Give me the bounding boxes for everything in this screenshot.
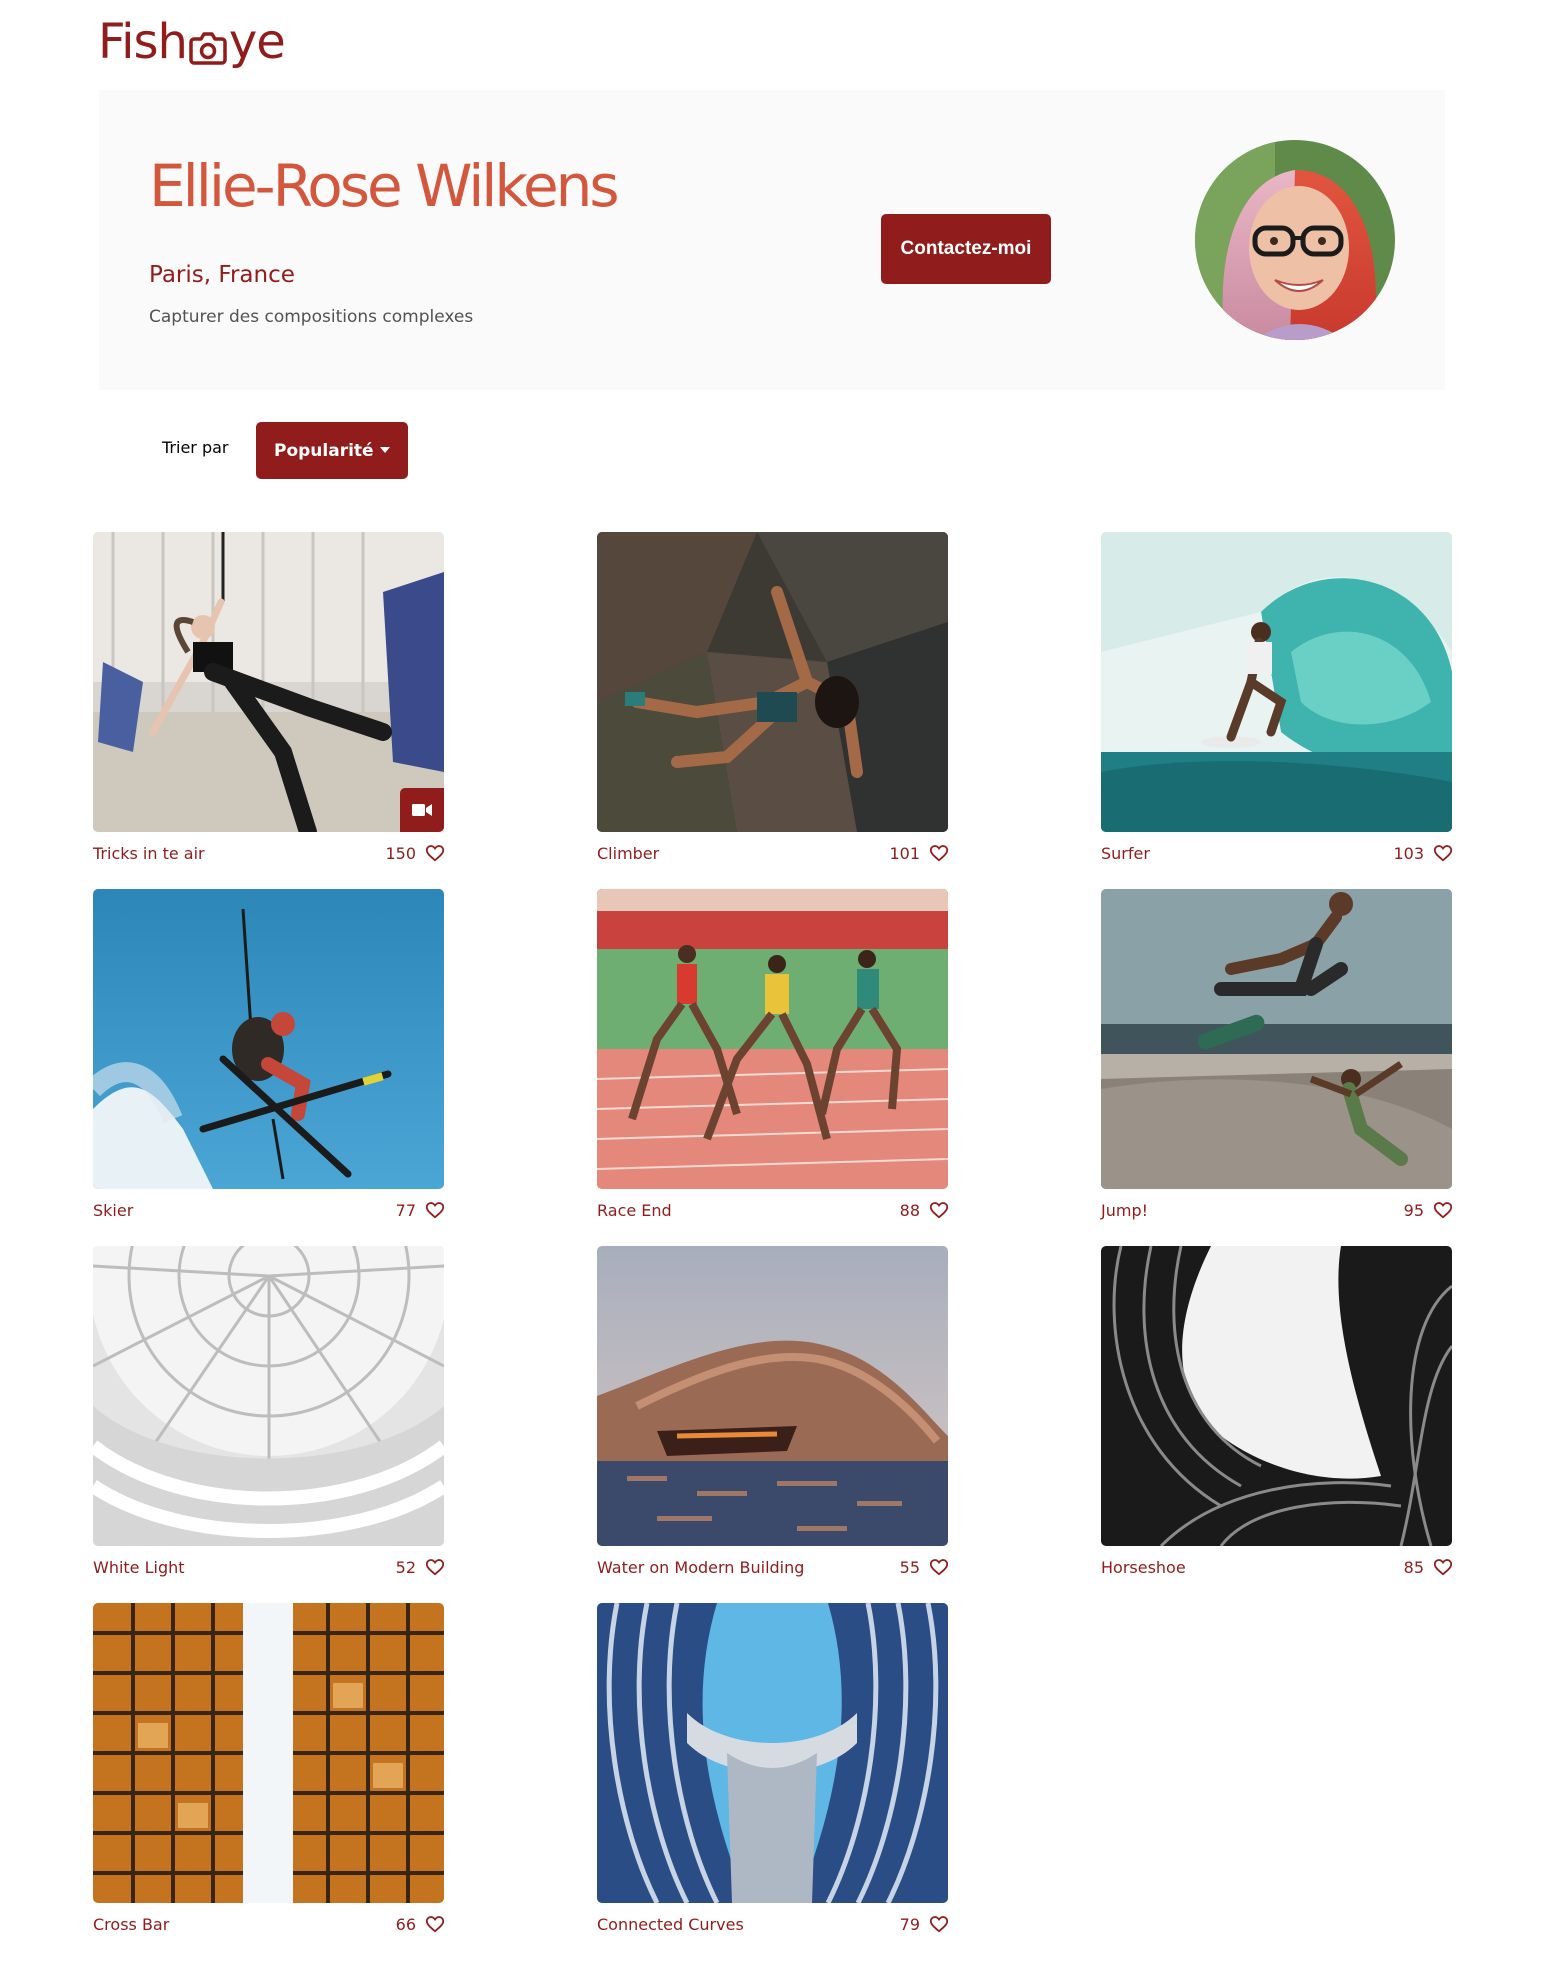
heart-icon[interactable] [426,1202,444,1219]
media-thumbnail[interactable] [597,1603,948,1903]
media-title: Race End [597,1201,672,1220]
heart-icon[interactable] [930,1559,948,1576]
media-title: Surfer [1101,844,1150,863]
heart-icon[interactable] [426,845,444,862]
like-count: 103 [1393,844,1424,863]
media-thumbnail[interactable] [93,532,444,832]
media-card: Connected Curves 79 [597,1603,948,1961]
like-count: 101 [889,844,920,863]
like-count: 79 [899,1915,920,1934]
media-card: Water on Modern Building 55 [597,1246,948,1604]
like-count: 66 [395,1915,416,1934]
media-gallery: Tricks in te air 150 Climber 101 Surfer … [0,0,1545,1939]
heart-icon[interactable] [1434,1202,1452,1219]
like-count: 52 [395,1558,416,1577]
media-title: Connected Curves [597,1915,744,1934]
media-title: Water on Modern Building [597,1558,805,1577]
media-thumbnail[interactable] [93,1603,444,1903]
heart-icon[interactable] [426,1559,444,1576]
heart-icon[interactable] [930,1916,948,1933]
media-card: Jump! 95 [1101,889,1452,1247]
media-thumbnail[interactable] [93,1246,444,1546]
like-count: 55 [899,1558,920,1577]
like-count: 77 [395,1201,416,1220]
media-title: Skier [93,1201,134,1220]
media-card: Skier 77 [93,889,444,1247]
heart-icon[interactable] [426,1916,444,1933]
media-card: Tricks in te air 150 [93,532,444,890]
media-thumbnail[interactable] [93,889,444,1189]
media-thumbnail[interactable] [597,532,948,832]
media-thumbnail[interactable] [597,1246,948,1546]
heart-icon[interactable] [930,1202,948,1219]
media-card: Cross Bar 66 [93,1603,444,1961]
media-thumbnail[interactable] [597,889,948,1189]
media-title: Climber [597,844,660,863]
media-title: Horseshoe [1101,1558,1186,1577]
media-title: Tricks in te air [93,844,205,863]
like-count: 95 [1403,1201,1424,1220]
media-title: Jump! [1101,1201,1149,1220]
media-thumbnail[interactable] [1101,532,1452,832]
media-card: Climber 101 [597,532,948,890]
media-title: Cross Bar [93,1915,170,1934]
like-count: 85 [1403,1558,1424,1577]
media-thumbnail[interactable] [1101,1246,1452,1546]
heart-icon[interactable] [1434,1559,1452,1576]
media-title: White Light [93,1558,185,1577]
media-card: White Light 52 [93,1246,444,1604]
media-card: Horseshoe 85 [1101,1246,1452,1604]
like-count: 88 [899,1201,920,1220]
heart-icon[interactable] [1434,845,1452,862]
media-card: Surfer 103 [1101,532,1452,890]
video-camera-icon [400,788,444,832]
media-card: Race End 88 [597,889,948,1247]
like-count: 150 [385,844,416,863]
heart-icon[interactable] [930,845,948,862]
media-thumbnail[interactable] [1101,889,1452,1189]
